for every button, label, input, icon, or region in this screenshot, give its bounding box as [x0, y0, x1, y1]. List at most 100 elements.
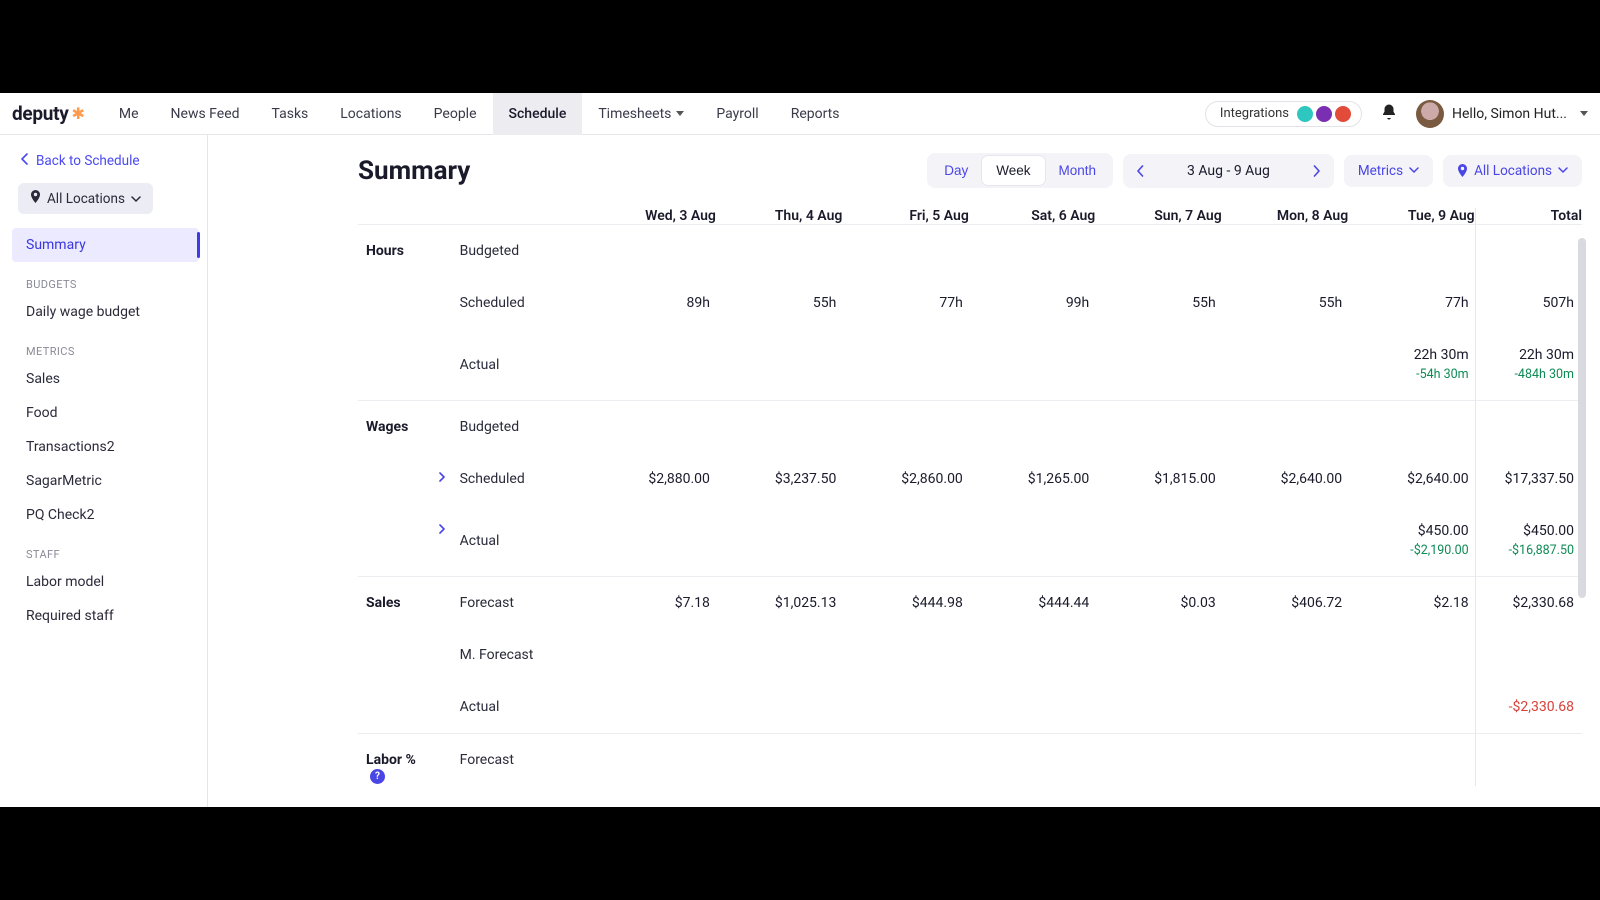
cell [589, 401, 715, 454]
nav-item-me[interactable]: Me [103, 93, 155, 135]
row-label: Actual [460, 329, 590, 401]
table-row: Actual$450.00-$2,190.00$450.00-$16,887.5… [358, 505, 1582, 577]
col-day: Wed, 3 Aug [589, 208, 715, 225]
summary-table: Wed, 3 AugThu, 4 AugFri, 5 AugSat, 6 Aug… [358, 208, 1582, 786]
chevron-down-icon [131, 191, 141, 207]
table-row: HoursBudgeted [358, 225, 1582, 278]
cell [716, 225, 842, 278]
sidebar-item-pq-check2[interactable]: PQ Check2 [12, 498, 199, 532]
locations-dropdown[interactable]: All Locations [1443, 155, 1582, 187]
nav-items: MeNews FeedTasksLocationsPeopleScheduleT… [103, 93, 856, 135]
row-label: Budgeted [460, 225, 590, 278]
cell [1222, 734, 1348, 787]
cell: $444.44 [969, 577, 1095, 630]
cell [969, 734, 1095, 787]
expand-row-button[interactable] [438, 523, 446, 538]
sidebar-item-summary[interactable]: Summary [12, 228, 199, 262]
expand-row-button[interactable] [438, 471, 446, 486]
cell [1095, 734, 1221, 787]
col-day: Fri, 5 Aug [842, 208, 968, 225]
sidebar-item-required-staff[interactable]: Required staff [12, 599, 199, 633]
sidebar-item-food[interactable]: Food [12, 396, 199, 430]
nav-item-schedule[interactable]: Schedule [493, 93, 583, 135]
cell: 77h [1348, 277, 1474, 329]
integrations-partner-icons [1297, 106, 1351, 122]
brand-star-icon: ✱ [71, 104, 84, 123]
sidebar-item-transactions2[interactable]: Transactions2 [12, 430, 199, 464]
nav-item-people[interactable]: People [418, 93, 493, 135]
date-prev-button[interactable] [1123, 154, 1157, 188]
cell: $1,025.13 [716, 577, 842, 630]
cell: $450.00-$2,190.00 [1348, 505, 1474, 577]
nav-item-payroll[interactable]: Payroll [700, 93, 774, 135]
cell: $2,880.00 [589, 453, 715, 505]
chevron-down-icon [676, 111, 684, 116]
table-row: Scheduled$2,880.00$3,237.50$2,860.00$1,2… [358, 453, 1582, 505]
sidebar-item-daily-wage-budget[interactable]: Daily wage budget [12, 295, 199, 329]
brand-logo[interactable]: deputy ✱ [12, 102, 85, 125]
table-scrollbar[interactable] [1578, 238, 1586, 598]
cell [1095, 225, 1221, 278]
cell: 77h [842, 277, 968, 329]
col-total: Total [1475, 208, 1582, 225]
cell: $3,237.50 [716, 453, 842, 505]
row-label: M. Forecast [460, 629, 590, 681]
view-month-button[interactable]: Month [1045, 156, 1111, 185]
notifications-bell-icon[interactable] [1380, 103, 1398, 125]
cell [1348, 681, 1474, 734]
col-group [358, 208, 460, 225]
nav-item-locations[interactable]: Locations [324, 93, 417, 135]
sidebar-item-sales[interactable]: Sales [12, 362, 199, 396]
cell [1222, 505, 1348, 577]
cell [716, 329, 842, 401]
nav-item-timesheets[interactable]: Timesheets [582, 93, 700, 135]
header-controls: DayWeekMonth 3 Aug - 9 Aug Metrics [927, 153, 1582, 188]
cell [1348, 734, 1474, 787]
location-pin-icon [1457, 164, 1468, 177]
date-next-button[interactable] [1300, 154, 1334, 188]
col-day: Thu, 4 Aug [716, 208, 842, 225]
integrations-button[interactable]: Integrations [1205, 101, 1362, 127]
group-cell: Hours [358, 225, 460, 278]
cell [1348, 401, 1474, 454]
col-label [460, 208, 590, 225]
nav-item-news-feed[interactable]: News Feed [155, 93, 256, 135]
cell [589, 505, 715, 577]
partner-icon [1316, 106, 1332, 122]
table-row: Scheduled89h55h77h99h55h55h77h507h [358, 277, 1582, 329]
metrics-dropdown[interactable]: Metrics [1344, 155, 1433, 187]
sidebar-location-label: All Locations [47, 191, 125, 207]
cell: $2,640.00 [1222, 453, 1348, 505]
sidebar-item-sagarmetric[interactable]: SagarMetric [12, 464, 199, 498]
total-cell [1475, 629, 1582, 681]
sidebar-heading: BUDGETS [12, 262, 199, 295]
date-range-label[interactable]: 3 Aug - 9 Aug [1157, 163, 1300, 179]
cell [589, 629, 715, 681]
user-menu[interactable]: Hello, Simon Hut... [1416, 100, 1588, 128]
nav-item-tasks[interactable]: Tasks [256, 93, 325, 135]
help-icon[interactable]: ? [370, 769, 385, 784]
total-cell: $2,330.68 [1475, 577, 1582, 630]
nav-item-reports[interactable]: Reports [775, 93, 856, 135]
cell [842, 734, 968, 787]
user-avatar [1416, 100, 1444, 128]
view-day-button[interactable]: Day [930, 156, 982, 185]
back-to-schedule-link[interactable]: Back to Schedule [12, 147, 199, 183]
main-panel: Summary DayWeekMonth 3 Aug - 9 Aug Metri… [208, 135, 1600, 807]
partner-icon [1335, 106, 1351, 122]
cell: 55h [1222, 277, 1348, 329]
view-week-button[interactable]: Week [982, 156, 1044, 185]
cell [842, 681, 968, 734]
table-row: Actual-$2,330.68 [358, 681, 1582, 734]
cell [969, 225, 1095, 278]
row-label: Forecast [460, 734, 590, 787]
location-pin-icon [30, 190, 41, 207]
cell [589, 225, 715, 278]
cell: $2,640.00 [1348, 453, 1474, 505]
sidebar-location-filter[interactable]: All Locations [18, 183, 153, 214]
summary-table-wrap: Wed, 3 AugThu, 4 AugFri, 5 AugSat, 6 Aug… [358, 208, 1582, 786]
cell [716, 734, 842, 787]
locations-label: All Locations [1474, 163, 1552, 179]
sidebar-item-labor-model[interactable]: Labor model [12, 565, 199, 599]
chevron-down-icon [1558, 167, 1568, 174]
